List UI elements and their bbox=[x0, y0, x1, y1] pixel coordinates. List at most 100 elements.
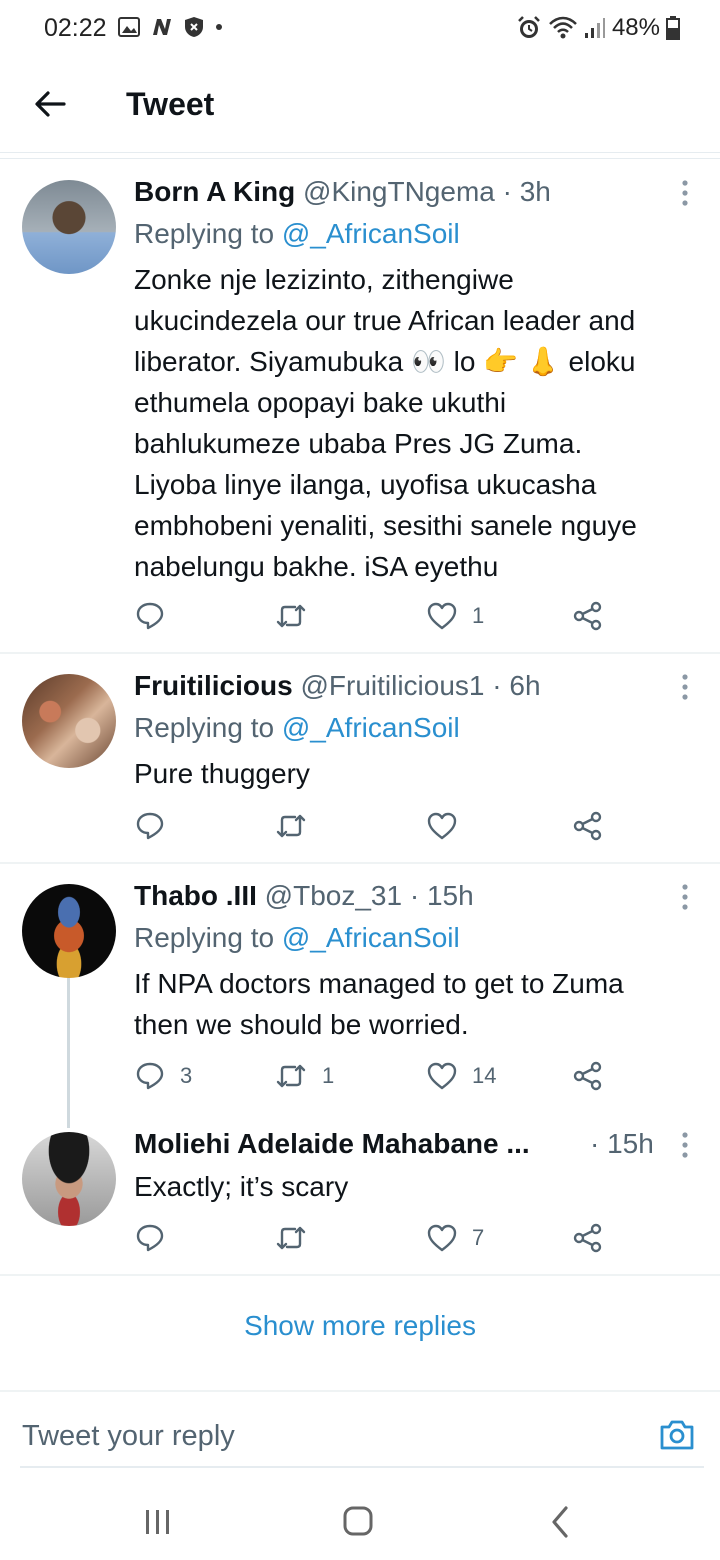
tweet-page: 02:22 48% Tweet Born A King @KingTNgema … bbox=[0, 0, 720, 1560]
heart-icon bbox=[427, 1062, 457, 1090]
share-icon bbox=[573, 601, 602, 631]
battery-percent: 48% bbox=[611, 14, 660, 41]
reply-button[interactable] bbox=[134, 600, 180, 632]
replying-to-mention[interactable]: @_AfricanSoil bbox=[282, 218, 460, 249]
replying-to: Replying to @_AfricanSoil bbox=[134, 712, 460, 744]
author-handle[interactable]: @Tboz_31 · 15h bbox=[265, 880, 474, 911]
tweet-header: Moliehi Adelaide Mahabane ... bbox=[134, 1128, 594, 1160]
reply-input[interactable]: Tweet your reply bbox=[22, 1420, 235, 1453]
share-button[interactable] bbox=[572, 810, 604, 842]
replying-to: Replying to @_AfricanSoil bbox=[134, 922, 460, 954]
status-system-icons: 48% bbox=[516, 14, 680, 42]
header: Tweet bbox=[0, 62, 720, 150]
dot-icon bbox=[216, 24, 222, 30]
tweet-actions: 1 bbox=[134, 600, 614, 636]
tweet-divider bbox=[0, 862, 720, 864]
retweet-count: 1 bbox=[322, 1063, 335, 1088]
signal-icon bbox=[584, 18, 605, 38]
reply-underline bbox=[20, 1466, 704, 1468]
header-divider-2 bbox=[0, 158, 720, 159]
tweet-text-line: Pure thuggery bbox=[134, 758, 310, 789]
camera-icon[interactable] bbox=[658, 1416, 696, 1454]
heart-icon bbox=[427, 1224, 457, 1252]
battery-icon bbox=[666, 16, 680, 40]
reply-count: 3 bbox=[180, 1063, 193, 1088]
replying-to-label: Replying to bbox=[134, 712, 282, 743]
back-nav-icon[interactable] bbox=[540, 1504, 580, 1540]
tweet-text-line: liberator. Siyamubuka 👀 lo 👉 👃 eloku bbox=[134, 346, 636, 377]
author-name[interactable]: Thabo .III bbox=[134, 880, 257, 911]
share-icon bbox=[573, 1061, 602, 1091]
more-options-icon[interactable] bbox=[680, 180, 690, 206]
like-button[interactable]: 7 bbox=[426, 1222, 484, 1254]
retweet-button[interactable] bbox=[274, 810, 322, 842]
home-icon[interactable] bbox=[338, 1504, 378, 1540]
like-button[interactable]: 1 bbox=[426, 600, 484, 632]
author-handle[interactable]: · 15h bbox=[590, 1128, 654, 1159]
tweet-actions: 7 bbox=[134, 1222, 614, 1258]
tweet-text-line: If NPA doctors managed to get to Zuma bbox=[134, 968, 624, 999]
replying-to: Replying to @_AfricanSoil bbox=[134, 218, 460, 250]
retweet-icon bbox=[276, 1064, 306, 1088]
system-nav-bar bbox=[0, 1480, 720, 1560]
status-bar: 02:22 48% bbox=[0, 0, 720, 60]
like-button[interactable]: 14 bbox=[426, 1060, 496, 1092]
tweet-text-line: Zonke nje lezizinto, zithengiwe bbox=[134, 264, 514, 295]
author-handle[interactable]: @Fruitilicious1 · 6h bbox=[300, 670, 540, 701]
author-name[interactable]: Fruitilicious bbox=[134, 670, 293, 701]
retweet-icon bbox=[276, 814, 306, 838]
replying-to-mention[interactable]: @_AfricanSoil bbox=[282, 712, 460, 743]
replying-to-mention[interactable]: @_AfricanSoil bbox=[282, 922, 460, 953]
reply-icon bbox=[136, 602, 164, 630]
like-button[interactable] bbox=[426, 810, 472, 842]
tweet-timestamp: · 15h bbox=[590, 1128, 654, 1160]
gallery-icon bbox=[118, 17, 140, 37]
reply-icon bbox=[136, 1062, 164, 1090]
tweet-text-line: bahlukumeze ubaba Pres JG Zuma. bbox=[134, 428, 583, 459]
like-count: 1 bbox=[472, 603, 485, 628]
tweet-text: If NPA doctors managed to get to Zuma th… bbox=[134, 963, 704, 1045]
retweet-button[interactable] bbox=[274, 600, 322, 632]
reply-button[interactable]: 3 bbox=[134, 1060, 192, 1092]
tweet-text-line: ukucindezela our true African leader and bbox=[134, 305, 636, 336]
recent-apps-icon[interactable] bbox=[138, 1504, 178, 1540]
status-time: 02:22 bbox=[44, 14, 107, 42]
tweet-text: Exactly; it’s scary bbox=[134, 1166, 704, 1207]
more-options-icon[interactable] bbox=[680, 1132, 690, 1158]
avatar[interactable] bbox=[22, 180, 116, 274]
tweet-text-line: Liyoba linye ilanga, uyofisa ukucasha bbox=[134, 469, 597, 500]
author-handle[interactable]: @KingTNgema · 3h bbox=[303, 176, 551, 207]
author-name[interactable]: Moliehi Adelaide Mahabane ... bbox=[134, 1128, 530, 1159]
retweet-button[interactable] bbox=[274, 1222, 322, 1254]
reply-button[interactable] bbox=[134, 810, 180, 842]
share-button[interactable] bbox=[572, 1060, 604, 1092]
show-more-replies-link[interactable]: Show more replies bbox=[0, 1310, 720, 1342]
share-icon bbox=[573, 811, 602, 841]
retweet-button[interactable]: 1 bbox=[274, 1060, 334, 1092]
wifi-icon bbox=[549, 16, 577, 39]
avatar[interactable] bbox=[22, 674, 116, 768]
header-divider bbox=[0, 152, 720, 153]
tweet-text: Zonke nje lezizinto, zithengiwe ukucinde… bbox=[134, 259, 704, 587]
tweet-text-line: embhobeni yenaliti, sesithi sanele nguye bbox=[134, 510, 637, 541]
status-notification-icons bbox=[118, 16, 224, 38]
author-name[interactable]: Born A King bbox=[134, 176, 295, 207]
share-button[interactable] bbox=[572, 1222, 604, 1254]
retweet-icon bbox=[276, 604, 306, 628]
share-button[interactable] bbox=[572, 600, 604, 632]
tweet-text-line: Exactly; it’s scary bbox=[134, 1171, 349, 1202]
more-options-icon[interactable] bbox=[680, 884, 690, 910]
reply-icon bbox=[136, 812, 164, 840]
replying-to-label: Replying to bbox=[134, 922, 282, 953]
avatar[interactable] bbox=[22, 884, 116, 978]
page-title: Tweet bbox=[126, 86, 215, 122]
retweet-icon bbox=[276, 1226, 306, 1250]
avatar[interactable] bbox=[22, 1132, 116, 1226]
back-arrow-icon[interactable] bbox=[30, 84, 70, 124]
alarm-icon bbox=[518, 16, 540, 38]
reply-composer: Tweet your reply bbox=[0, 1390, 720, 1468]
like-count: 7 bbox=[472, 1225, 485, 1250]
tweet-header: Fruitilicious @Fruitilicious1 · 6h bbox=[134, 670, 541, 702]
more-options-icon[interactable] bbox=[680, 674, 690, 700]
reply-button[interactable] bbox=[134, 1222, 180, 1254]
